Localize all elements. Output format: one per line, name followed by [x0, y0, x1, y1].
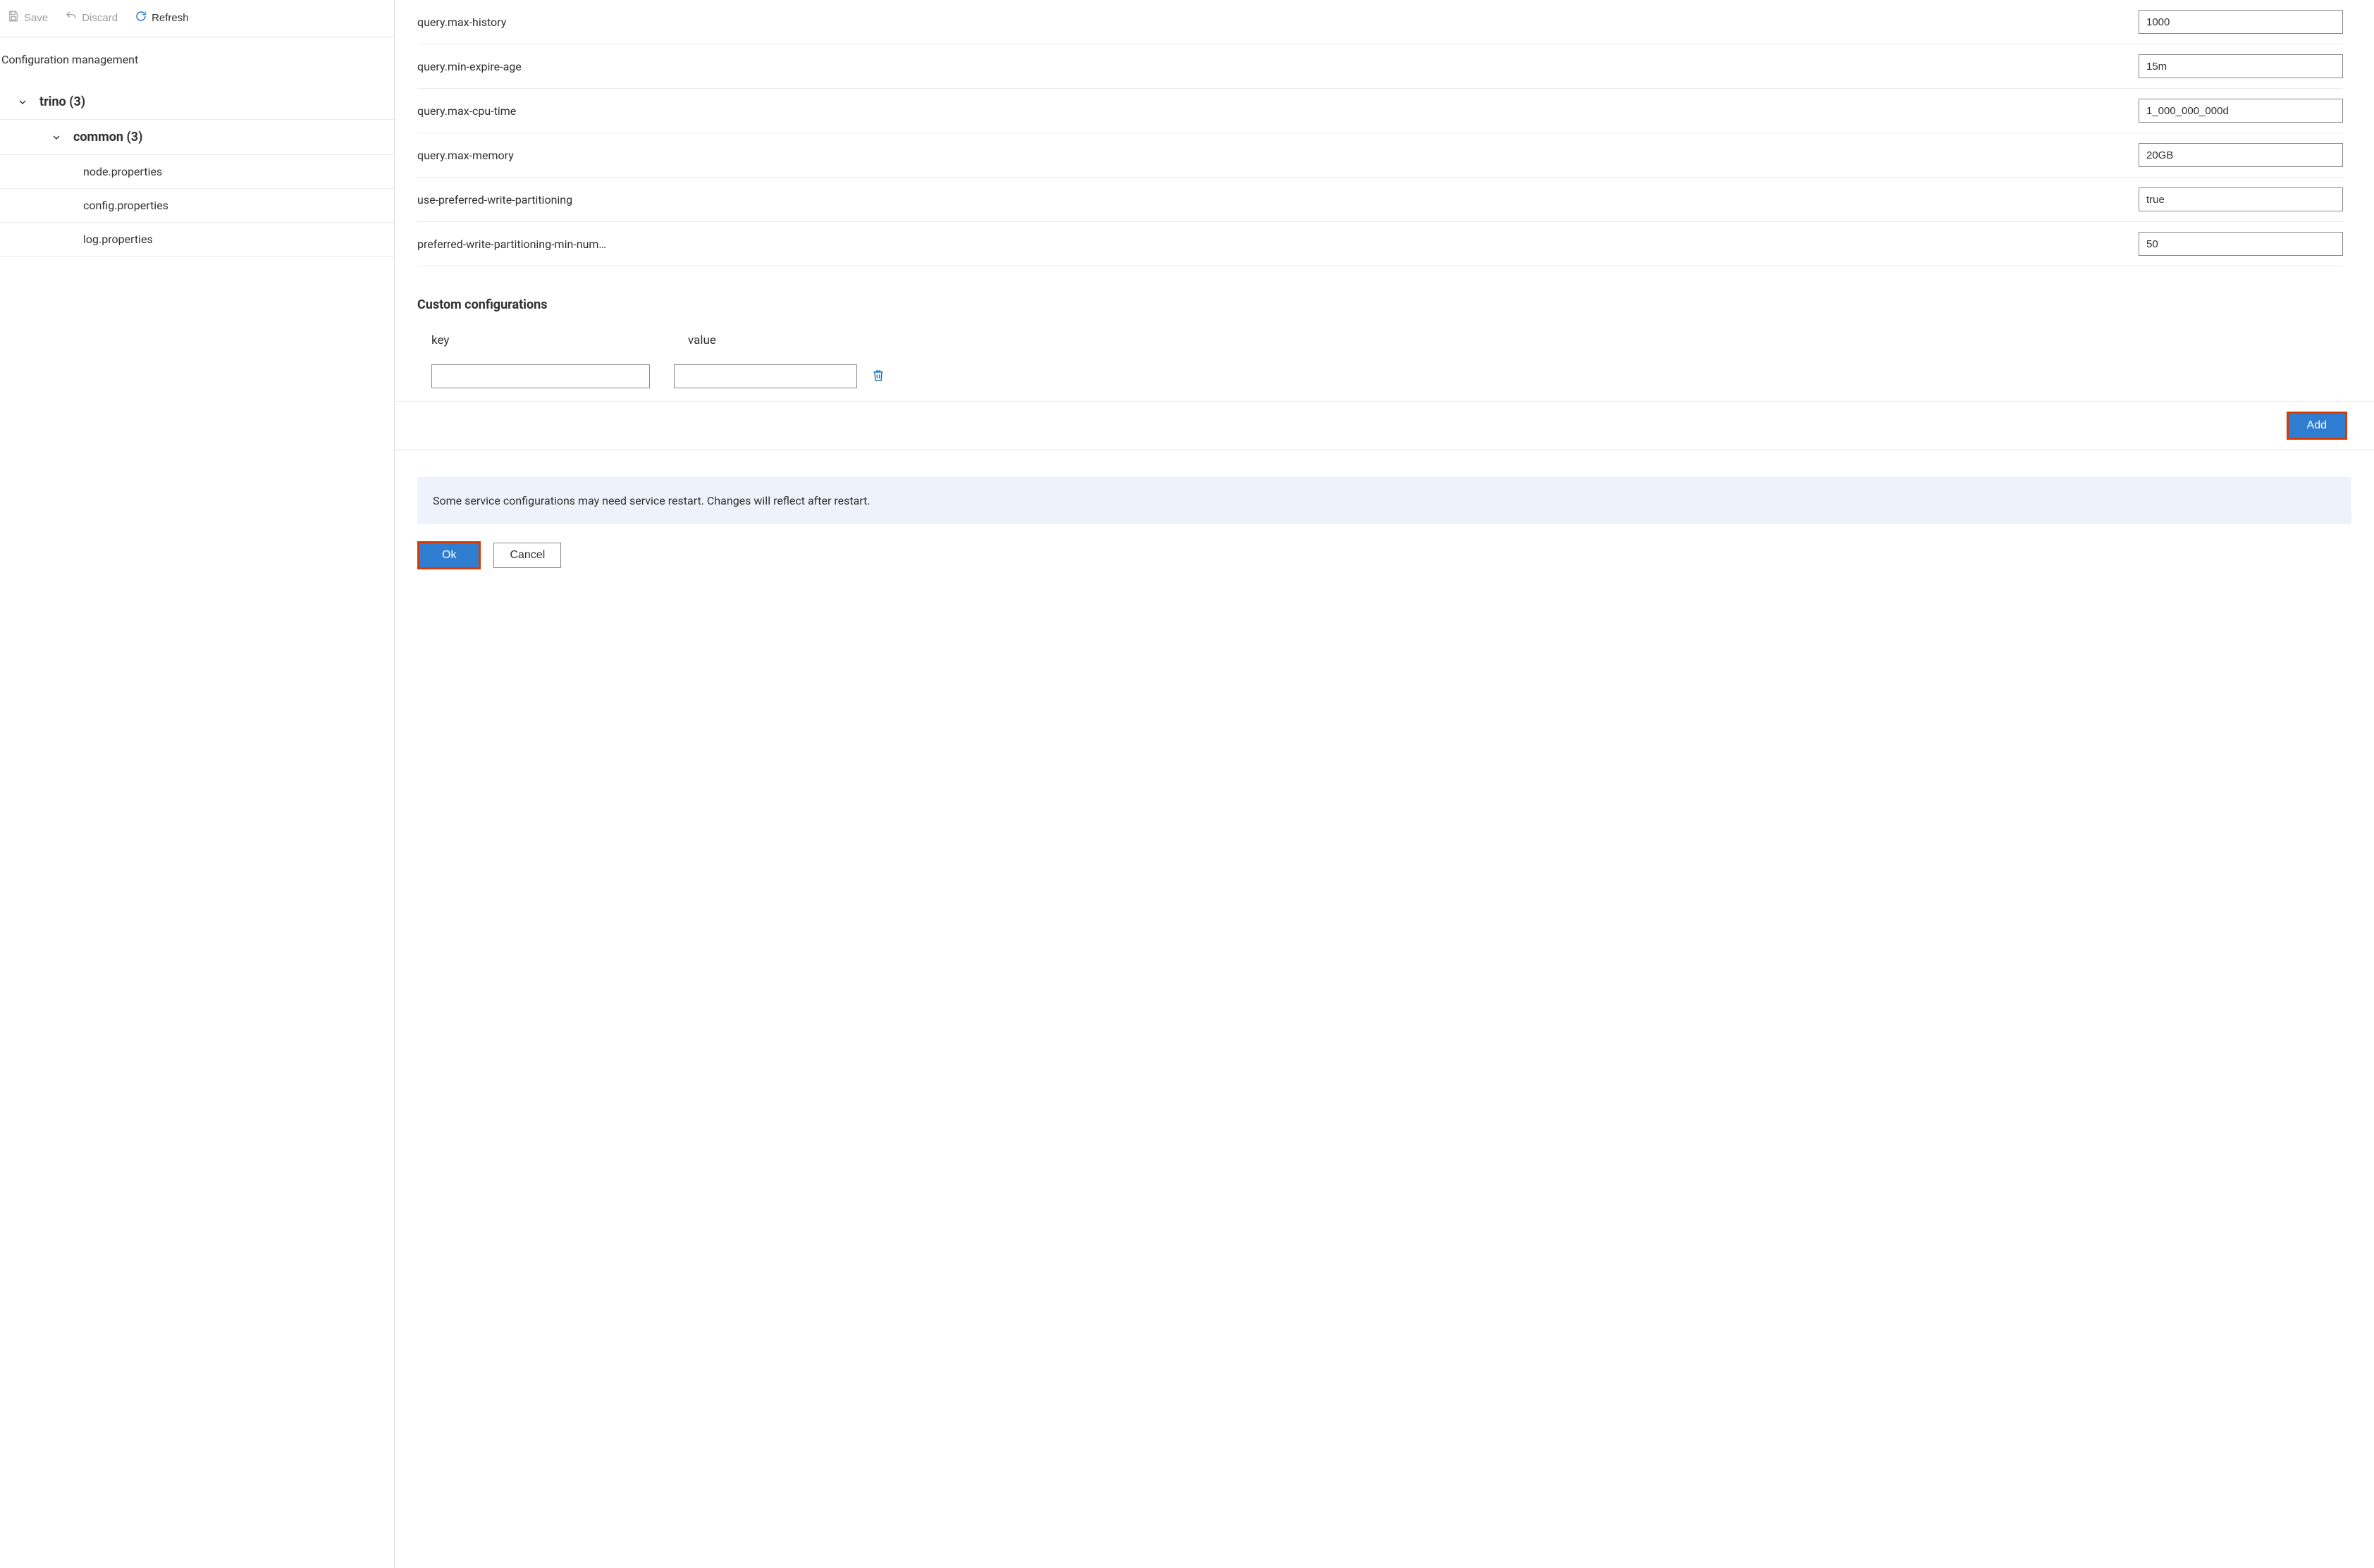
config-row: query.max-history: [417, 0, 2343, 44]
custom-config-header: key value: [395, 319, 2374, 352]
toolbar: Save Discard Refresh: [0, 0, 394, 37]
config-key: query.max-cpu-time: [417, 104, 2124, 118]
delete-row-button[interactable]: [868, 365, 888, 388]
config-value-input[interactable]: [2139, 187, 2343, 211]
left-panel: Save Discard Refresh Configuration manag…: [0, 0, 395, 1568]
config-key: query.max-memory: [417, 149, 2124, 162]
save-button[interactable]: Save: [4, 7, 51, 28]
config-key: preferred-write-partitioning-min-num…: [417, 237, 2124, 251]
custom-config-row: [395, 352, 2374, 402]
save-icon: [7, 10, 20, 25]
config-row: use-preferred-write-partitioning: [417, 178, 2343, 222]
config-value-input[interactable]: [2139, 99, 2343, 123]
custom-config-title: Custom configurations: [395, 266, 2374, 319]
ok-button[interactable]: Ok: [419, 543, 479, 567]
column-header-key: key: [417, 333, 650, 347]
config-value-input[interactable]: [2139, 232, 2343, 256]
tree-node-label: trino (3): [39, 94, 85, 109]
config-row: query.max-cpu-time: [417, 89, 2343, 133]
undo-icon: [65, 10, 78, 25]
ok-button-highlight: Ok: [417, 541, 481, 569]
config-key: query.min-expire-age: [417, 60, 2124, 73]
tree-leaf-label: node.properties: [83, 165, 162, 178]
cancel-button[interactable]: Cancel: [493, 543, 561, 568]
tree-leaf-node-properties[interactable]: node.properties: [0, 155, 394, 189]
config-value-input[interactable]: [2139, 10, 2343, 34]
discard-button[interactable]: Discard: [62, 7, 121, 28]
config-tree: trino (3) common (3) node.properties con…: [0, 73, 394, 257]
add-button[interactable]: Add: [2289, 414, 2345, 438]
config-key: query.max-history: [417, 16, 2124, 29]
refresh-icon: [135, 10, 147, 25]
config-value-input[interactable]: [2139, 54, 2343, 78]
tree-leaf-label: config.properties: [83, 199, 168, 212]
config-value-input[interactable]: [2139, 143, 2343, 167]
column-header-value: value: [688, 333, 871, 347]
breadcrumb: Configuration management: [0, 37, 394, 73]
tree-node-common[interactable]: common (3): [0, 120, 394, 155]
tree-leaf-label: log.properties: [83, 233, 153, 246]
custom-value-input[interactable]: [674, 364, 857, 388]
tree-node-trino[interactable]: trino (3): [0, 85, 394, 120]
restart-notice: Some service configurations may need ser…: [417, 477, 2351, 524]
chevron-down-icon: [49, 132, 63, 143]
tree-node-label: common (3): [73, 130, 142, 144]
save-label: Save: [24, 12, 48, 24]
refresh-button[interactable]: Refresh: [132, 7, 192, 28]
tree-leaf-log-properties[interactable]: log.properties: [0, 223, 394, 257]
refresh-label: Refresh: [152, 12, 189, 24]
config-list: query.max-history query.min-expire-age q…: [395, 0, 2374, 266]
chevron-down-icon: [16, 97, 30, 108]
right-panel: query.max-history query.min-expire-age q…: [395, 0, 2374, 1568]
add-button-highlight: Add: [2287, 412, 2347, 440]
footer-buttons: Ok Cancel: [395, 524, 2374, 591]
custom-key-input[interactable]: [431, 364, 650, 388]
discard-label: Discard: [82, 12, 118, 24]
trash-icon: [871, 375, 885, 385]
config-key: use-preferred-write-partitioning: [417, 193, 2124, 206]
add-row: Add: [395, 402, 2374, 450]
config-row: query.min-expire-age: [417, 44, 2343, 89]
tree-leaf-config-properties[interactable]: config.properties: [0, 189, 394, 223]
config-row: preferred-write-partitioning-min-num…: [417, 222, 2343, 266]
config-row: query.max-memory: [417, 133, 2343, 178]
